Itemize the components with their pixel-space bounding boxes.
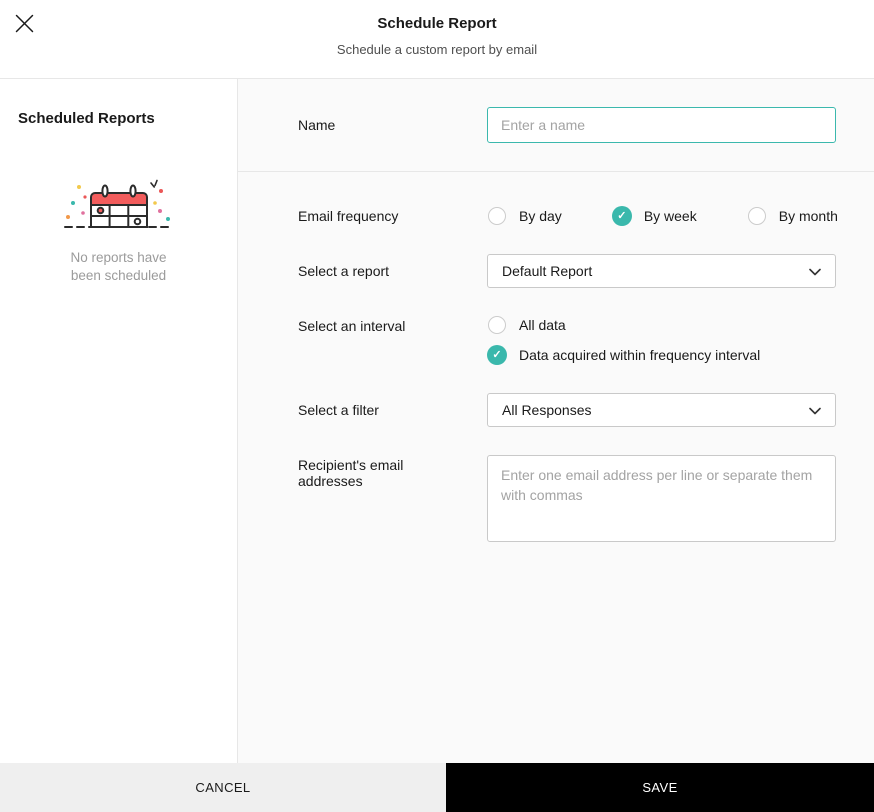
email-frequency-radio-group: By day ✓ By week By month: [487, 206, 838, 226]
radio-checked-icon: ✓: [612, 206, 632, 226]
schedule-report-dialog: Schedule Report Schedule a custom report…: [0, 0, 874, 812]
report-select-value: Default Report: [502, 263, 592, 279]
interval-radio-group: All data ✓ Data acquired within frequenc…: [487, 316, 760, 365]
interval-row: Select an interval All data ✓ Data acqui…: [298, 316, 874, 365]
email-frequency-row: Email frequency By day ✓ By week By mo: [298, 206, 874, 226]
radio-all-data[interactable]: All data: [487, 316, 760, 334]
radio-unchecked-icon: [488, 316, 506, 334]
filter-label: Select a filter: [298, 402, 487, 418]
dialog-body: Scheduled Reports: [0, 79, 874, 763]
cancel-button[interactable]: CANCEL: [0, 763, 446, 812]
form-section: Email frequency By day ✓ By week By mo: [238, 172, 874, 542]
recipients-row: Recipient's email addresses: [298, 455, 874, 542]
chevron-down-icon: [809, 402, 821, 418]
radio-label: All data: [519, 317, 566, 333]
filter-select[interactable]: All Responses: [487, 393, 836, 427]
name-label: Name: [298, 117, 487, 133]
scheduled-reports-sidebar: Scheduled Reports: [0, 79, 238, 763]
radio-unchecked-icon: [748, 207, 766, 225]
radio-unchecked-icon: [488, 207, 506, 225]
radio-label: By day: [519, 208, 562, 224]
radio-label: By week: [644, 208, 697, 224]
report-label: Select a report: [298, 263, 487, 279]
sidebar-title: Scheduled Reports: [0, 110, 237, 127]
radio-by-week[interactable]: ✓ By week: [612, 206, 697, 226]
radio-label: Data acquired within frequency interval: [519, 347, 760, 363]
filter-select-value: All Responses: [502, 402, 592, 418]
email-frequency-label: Email frequency: [298, 208, 487, 224]
name-row: Name: [238, 79, 874, 172]
recipients-textarea[interactable]: [487, 455, 836, 542]
recipients-label: Recipient's email addresses: [298, 455, 487, 489]
page-subtitle: Schedule a custom report by email: [0, 42, 874, 57]
chevron-down-icon: [809, 263, 821, 279]
form-panel: Name Email frequency By day ✓ By week: [238, 79, 874, 763]
interval-label: Select an interval: [298, 316, 487, 334]
radio-frequency-interval[interactable]: ✓ Data acquired within frequency interva…: [487, 345, 760, 365]
radio-by-month[interactable]: By month: [747, 207, 838, 225]
dialog-footer: CANCEL SAVE: [0, 763, 874, 812]
close-icon: [14, 22, 35, 37]
report-select[interactable]: Default Report: [487, 254, 836, 288]
calendar-illustration-icon: [63, 177, 175, 239]
save-button[interactable]: SAVE: [446, 763, 874, 812]
dialog-header: Schedule Report Schedule a custom report…: [0, 0, 874, 79]
close-button[interactable]: [11, 11, 37, 37]
report-row: Select a report Default Report: [298, 254, 874, 288]
page-title: Schedule Report: [0, 15, 874, 32]
radio-label: By month: [779, 208, 838, 224]
filter-row: Select a filter All Responses: [298, 393, 874, 427]
empty-state-message: No reports have been scheduled: [56, 249, 182, 285]
radio-checked-icon: ✓: [487, 345, 507, 365]
name-input[interactable]: [487, 107, 836, 143]
radio-by-day[interactable]: By day: [487, 207, 562, 225]
